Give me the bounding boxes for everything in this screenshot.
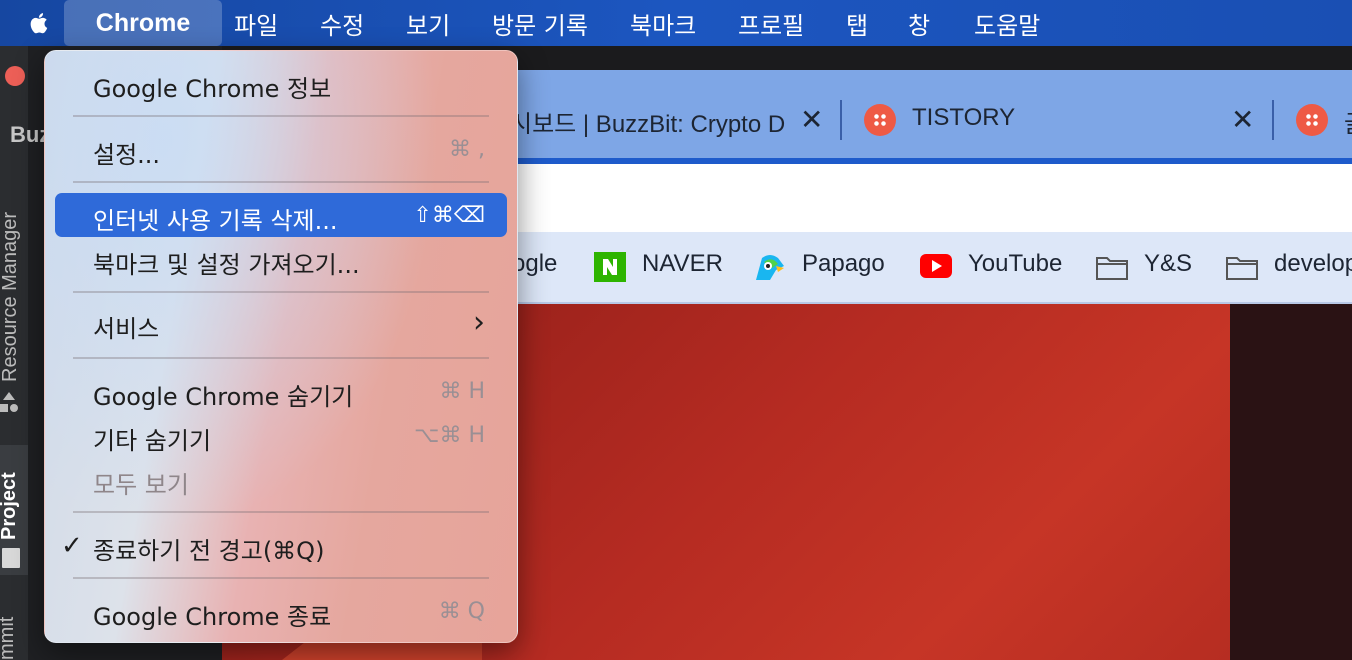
tab-tistory-title[interactable]: TISTORY [912, 104, 1015, 132]
menu-clear-browsing-history[interactable]: 인터넷 사용 기록 삭제... [93, 201, 338, 236]
menu-hide-chrome[interactable]: Google Chrome 숨기기 [93, 377, 353, 412]
youtube-icon [920, 254, 952, 278]
menu-services[interactable]: 서비스 [93, 309, 159, 344]
folder-icon [1096, 257, 1128, 280]
menu-separator [73, 115, 489, 117]
menu-separator [73, 357, 489, 359]
menu-edit[interactable]: 수정 [320, 0, 364, 46]
quit-shortcut: ⌘ Q [438, 599, 485, 624]
papago-icon [756, 255, 784, 280]
bookmark-youtube[interactable]: YouTube [968, 250, 1062, 278]
menu-chrome[interactable]: Chrome [64, 0, 222, 46]
commit-tab[interactable]: mmit [0, 617, 19, 660]
hide-others-shortcut: ⌥⌘ H [414, 423, 485, 448]
menu-separator [73, 511, 489, 513]
window-close-button[interactable] [5, 66, 25, 86]
chevron-right-icon: › [473, 305, 485, 340]
menu-file[interactable]: 파일 [234, 0, 278, 46]
menu-show-all: 모두 보기 [93, 471, 189, 499]
tab-buzzbit-title[interactable]: 시보드 | BuzzBit: Crypto D [510, 104, 785, 139]
menu-view[interactable]: 보기 [406, 0, 450, 46]
bookmark-folder-develop[interactable]: develop [1274, 250, 1352, 278]
menu-separator [73, 181, 489, 183]
tab-third-title[interactable]: 글 [1344, 104, 1352, 139]
bookmark-google[interactable]: ogle [512, 250, 557, 278]
menu-window[interactable]: 창 [908, 0, 930, 46]
menu-history[interactable]: 방문 기록 [492, 0, 588, 46]
menu-help[interactable]: 도움말 [974, 0, 1040, 46]
tab-close-icon[interactable]: ✕ [800, 103, 823, 136]
tab-separator [840, 100, 842, 140]
settings-shortcut: ⌘ , [449, 137, 485, 162]
folder-icon [1226, 257, 1258, 280]
menu-warn-before-quit[interactable]: 종료하기 전 경고(⌘Q) [93, 531, 324, 566]
chrome-app-menu: Google Chrome 정보 설정... ⌘ , 인터넷 사용 기록 삭제.… [44, 50, 518, 643]
menu-about-chrome[interactable]: Google Chrome 정보 [93, 69, 331, 104]
menu-tab[interactable]: 탭 [846, 0, 868, 46]
tab-separator [1272, 100, 1274, 140]
macos-menu-bar: Chrome 파일 수정 보기 방문 기록 북마크 프로필 탭 창 도움말 [0, 0, 1352, 46]
tistory-favicon-icon [864, 104, 896, 136]
resource-manager-tab[interactable]: Resource Manager [0, 212, 22, 382]
menu-separator [73, 577, 489, 579]
menu-quit-chrome[interactable]: Google Chrome 종료 [93, 597, 331, 632]
menu-hide-others[interactable]: 기타 숨기기 [93, 421, 211, 456]
folder-icon [2, 548, 20, 568]
menu-separator [73, 291, 489, 293]
menu-settings[interactable]: 설정... [93, 135, 160, 170]
bookmark-papago[interactable]: Papago [802, 250, 885, 278]
clear-history-shortcut: ⇧⌘⌫ [413, 203, 485, 228]
menu-bookmarks[interactable]: 북마크 [630, 0, 696, 46]
menu-profiles[interactable]: 프로필 [738, 0, 804, 46]
checkmark-icon: ✓ [61, 531, 83, 561]
menu-import-bookmarks[interactable]: 북마크 및 설정 가져오기... [93, 245, 360, 280]
tistory-favicon-icon [1296, 104, 1328, 136]
tab-close-icon[interactable]: ✕ [1231, 103, 1254, 136]
resource-manager-icon [0, 392, 18, 412]
apple-logo-icon[interactable] [24, 8, 54, 38]
project-tab[interactable]: Project [0, 472, 21, 540]
hide-shortcut: ⌘ H [439, 379, 485, 404]
bookmark-naver[interactable]: NAVER [642, 250, 723, 278]
bookmark-folder-ys[interactable]: Y&S [1144, 250, 1192, 278]
naver-icon [594, 252, 626, 282]
